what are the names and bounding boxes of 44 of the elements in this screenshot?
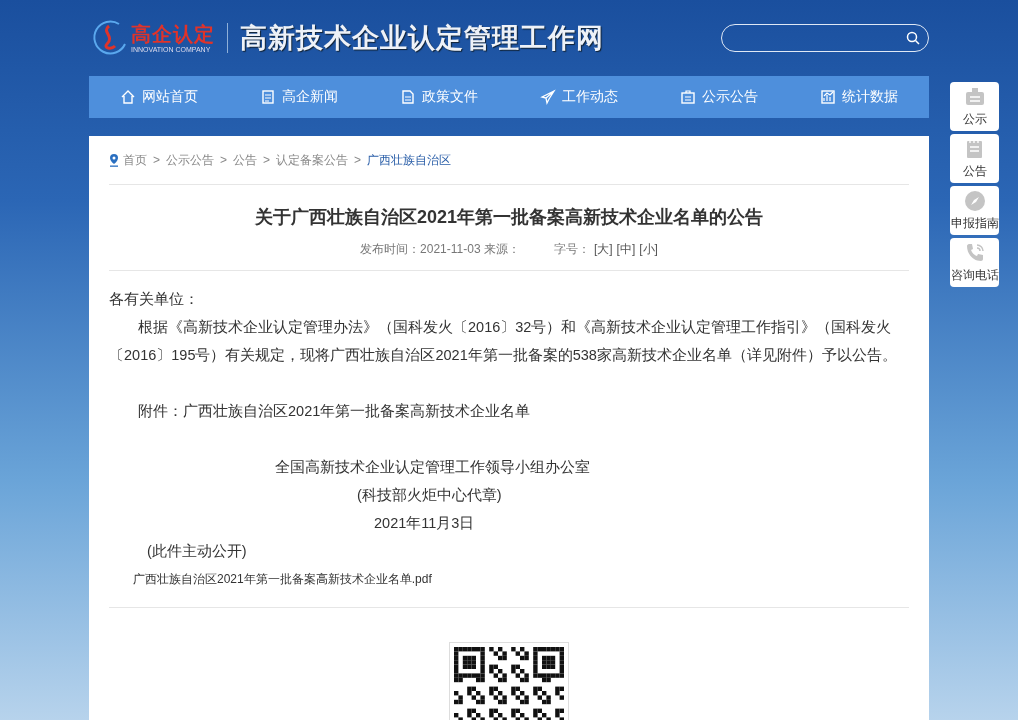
breadcrumb-link[interactable]: 公示公告 — [166, 151, 214, 169]
side-button[interactable]: 申报指南 — [950, 186, 999, 235]
attachment-link[interactable]: 广西壮族自治区2021年第一批备案高新技术企业名单.pdf — [133, 572, 432, 586]
article-paragraph: 附件：广西壮族自治区2021年第一批备案高新技术企业名单 — [137, 402, 532, 421]
compass-icon — [962, 189, 987, 213]
side-button[interactable]: 公示 — [950, 82, 999, 131]
article-paragraph: 各有关单位： — [109, 290, 200, 309]
news-icon[interactable] — [260, 89, 276, 105]
site-title: 高新技术企业认定管理工作网 — [240, 21, 604, 55]
breadcrumb-link[interactable]: 公告 — [233, 151, 258, 169]
nav-link[interactable]: 网站首页 — [142, 88, 198, 106]
font-size-link[interactable]: [小] — [639, 241, 658, 258]
nav-link[interactable]: 工作动态 — [562, 88, 618, 106]
breadcrumb-separator: > — [153, 153, 160, 167]
side-button[interactable]: 公告 — [950, 134, 999, 183]
breadcrumb-separator: > — [354, 153, 362, 167]
article-paragraph: (此件主动公开) — [147, 542, 248, 561]
nav-link[interactable]: 政策文件 — [422, 88, 478, 106]
home-icon[interactable] — [120, 89, 136, 105]
logo-text: 高企认定 — [131, 22, 215, 45]
doc-icon[interactable] — [400, 89, 416, 105]
location-pin-icon — [109, 153, 119, 167]
font-size-link[interactable]: [中] — [616, 241, 636, 258]
nav-link[interactable]: 统计数据 — [842, 88, 898, 106]
send-icon[interactable] — [540, 89, 556, 105]
notice-icon[interactable] — [680, 89, 696, 105]
breadcrumb-link[interactable]: 首页 — [123, 151, 147, 169]
breadcrumb-separator: > — [263, 153, 271, 167]
breadcrumb-separator: > — [220, 153, 228, 167]
side-button[interactable]: 咨询电话 — [950, 238, 999, 287]
breadcrumb-link[interactable]: 广西壮族自治区 — [367, 151, 452, 169]
article-paragraph: 2021年11月3日 — [374, 514, 476, 533]
article-paragraph: (科技部火炬中心代章) — [357, 486, 503, 505]
publish-info: 发布时间：2021-11-03 来源： — [360, 241, 520, 258]
nav-link[interactable]: 高企新闻 — [282, 88, 338, 106]
font-size-link[interactable]: [大] — [593, 241, 613, 258]
article-paragraph: 全国高新技术企业认定管理工作领导小组办公室 — [275, 458, 591, 477]
search-icon[interactable] — [906, 31, 920, 45]
article-title: 关于广西壮族自治区2021年第一批备案高新技术企业名单的公告 — [253, 206, 764, 229]
chart-icon[interactable] — [820, 89, 836, 105]
nav-link[interactable]: 公示公告 — [702, 88, 758, 106]
font-size-label: 字号： — [553, 241, 590, 258]
breadcrumb-link[interactable]: 认定备案公告 — [276, 151, 349, 169]
article-paragraph: 根据《高新技术企业认定管理办法》（国科发火〔2016〕32号）和《高新技术企业认定管理工作指引》（国科发火〔2016〕195号）有关规定，现将广西壮族自治区2021年第一批备案的538家高新技术企业名单（详见附件）予以公告。 — [109, 318, 898, 365]
